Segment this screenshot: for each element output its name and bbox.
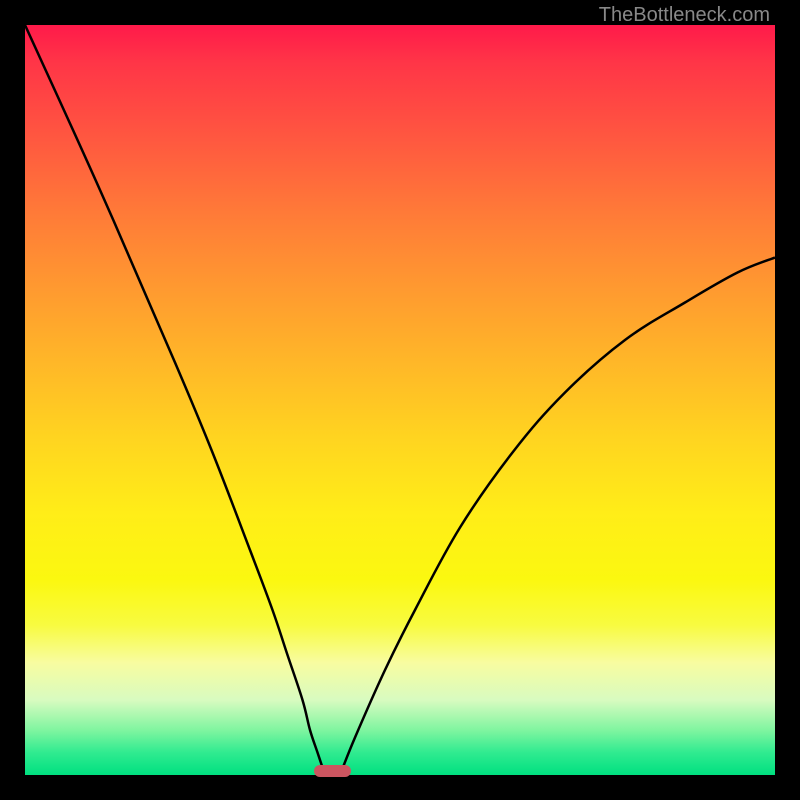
curve-right-branch <box>340 258 775 776</box>
curve-left-branch <box>25 25 325 775</box>
chart-plot-area <box>25 25 775 775</box>
watermark-text: TheBottleneck.com <box>599 4 770 27</box>
chart-curves-svg <box>25 25 775 775</box>
minimum-marker <box>314 765 352 777</box>
